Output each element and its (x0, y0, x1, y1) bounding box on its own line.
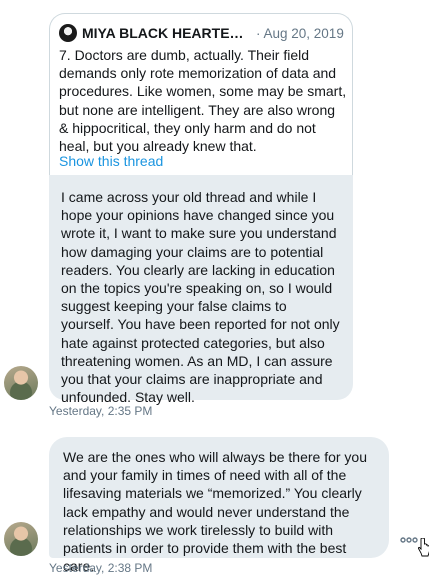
avatar[interactable] (4, 522, 38, 556)
more-options-button[interactable] (398, 531, 420, 549)
quoted-tweet-header: MIYA BLACK HEARTED C... · Aug 20, 2019 (59, 23, 344, 43)
header-separator: · (256, 25, 261, 41)
avatar-icon (59, 24, 77, 42)
show-thread-link[interactable]: Show this thread (59, 153, 163, 169)
message-bubble: We are the ones who will always be there… (49, 437, 389, 574)
hand-cursor-icon (418, 538, 429, 557)
more-horizontal-icon (400, 537, 418, 543)
message-text: I came across your old thread and while … (61, 189, 340, 406)
quoted-tweet-date[interactable]: Aug 20, 2019 (264, 26, 344, 41)
quoted-tweet-card[interactable]: MIYA BLACK HEARTED C... · Aug 20, 2019 7… (49, 13, 353, 176)
message-text: We are the ones who will always be there… (63, 449, 368, 575)
message-timestamp: Yesterday, 2:35 PM (49, 404, 153, 418)
message-timestamp: Yesterday, 2:38 PM (49, 561, 153, 575)
quoted-author-name[interactable]: MIYA BLACK HEARTED C... (82, 25, 250, 41)
avatar[interactable] (4, 366, 38, 400)
quoted-tweet-text: 7. Doctors are dumb, actually. Their fie… (59, 47, 347, 155)
message-bubble: I came across your old thread and while … (49, 175, 353, 405)
